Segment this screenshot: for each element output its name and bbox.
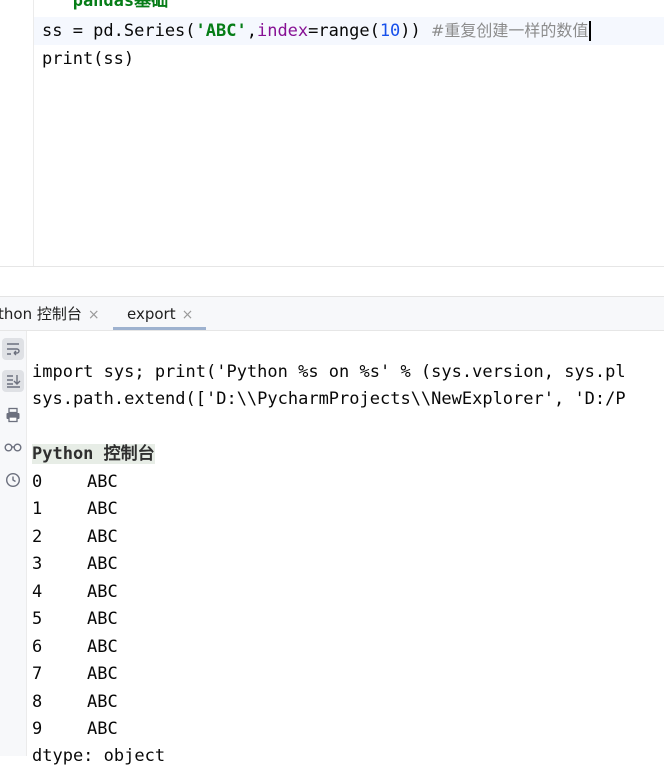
code-token: =range( — [308, 21, 380, 41]
print-icon[interactable] — [2, 404, 24, 426]
docstring-text: '''pandas基础''' — [42, 0, 199, 11]
row-index: 9 — [32, 719, 43, 739]
row-value: ABC — [87, 637, 118, 657]
row-index: 5 — [32, 609, 43, 629]
output-row: 2 ABC — [32, 524, 118, 551]
output-row: 0 ABC — [32, 469, 118, 496]
editor-gutter — [0, 0, 34, 267]
row-value: ABC — [87, 692, 118, 712]
row-index: 0 — [32, 472, 43, 492]
output-row: 3 ABC — [32, 551, 118, 578]
console-command-line: import sys; print('Python %s on %s' % (s… — [32, 362, 626, 382]
row-index: 6 — [32, 637, 43, 657]
console-banner-text: Python 控制台 — [32, 444, 155, 464]
code-token: ss = pd.Series( — [42, 21, 196, 41]
tab-python-console[interactable]: thon 控制台 × — [0, 297, 100, 330]
code-token: )) — [400, 21, 421, 41]
scroll-to-end-icon[interactable] — [2, 370, 24, 392]
output-row: 4 ABC — [32, 579, 118, 606]
code-line-series[interactable]: ss = pd.Series('ABC',index=range(10)) #重… — [34, 17, 664, 45]
output-row: 1 ABC — [32, 496, 118, 523]
row-index: 7 — [32, 664, 43, 684]
console-command-line: sys.path.extend(['D:\\PycharmProjects\\N… — [32, 389, 626, 409]
close-icon[interactable]: × — [88, 307, 100, 323]
code-number: 10 — [379, 21, 401, 41]
row-index: 4 — [32, 582, 43, 602]
code-print-text: print(ss) — [42, 49, 135, 69]
row-index: 3 — [32, 554, 43, 574]
row-value: ABC — [87, 527, 118, 547]
console-toolstrip — [0, 331, 27, 756]
panel-splitter[interactable] — [0, 267, 664, 297]
row-value: ABC — [87, 719, 118, 739]
output-row: 9 ABC — [32, 716, 118, 743]
row-value: ABC — [87, 499, 118, 519]
row-value: ABC — [87, 472, 118, 492]
code-line-print[interactable]: print(ss) — [42, 45, 134, 73]
row-index: 1 — [32, 499, 43, 519]
console-dtype-line: dtype: object — [32, 746, 166, 766]
row-value: ABC — [87, 664, 118, 684]
code-comment: #重复创建一样的数值 — [420, 21, 589, 40]
row-index: 8 — [32, 692, 43, 712]
code-token: , — [246, 21, 257, 41]
glasses-icon[interactable] — [2, 436, 24, 458]
tab-label: export — [127, 305, 176, 323]
console-tabbar: thon 控制台 × export × — [0, 297, 664, 331]
row-value: ABC — [87, 554, 118, 574]
output-row: 8 ABC — [32, 689, 118, 716]
tab-export[interactable]: export × — [113, 297, 207, 330]
history-icon[interactable] — [2, 469, 24, 491]
soft-wrap-icon[interactable] — [2, 338, 24, 360]
tab-label: thon 控制台 — [0, 305, 82, 323]
output-row: 6 ABC — [32, 634, 118, 661]
text-caret — [589, 21, 592, 41]
code-editor[interactable]: '''pandas基础''' ss = pd.Series('ABC',inde… — [0, 0, 664, 267]
output-row: 7 ABC — [32, 661, 118, 688]
row-value: ABC — [87, 582, 118, 602]
close-icon[interactable]: × — [182, 307, 194, 323]
code-keyword-arg: index — [256, 21, 309, 41]
console-banner: Python 控制台 — [32, 441, 155, 468]
code-string: 'ABC' — [195, 21, 247, 41]
output-row: 5 ABC — [32, 606, 118, 633]
code-line-docstring[interactable]: '''pandas基础''' — [42, 0, 199, 15]
active-tab-indicator — [113, 327, 207, 330]
row-value: ABC — [87, 609, 118, 629]
row-index: 2 — [32, 527, 43, 547]
